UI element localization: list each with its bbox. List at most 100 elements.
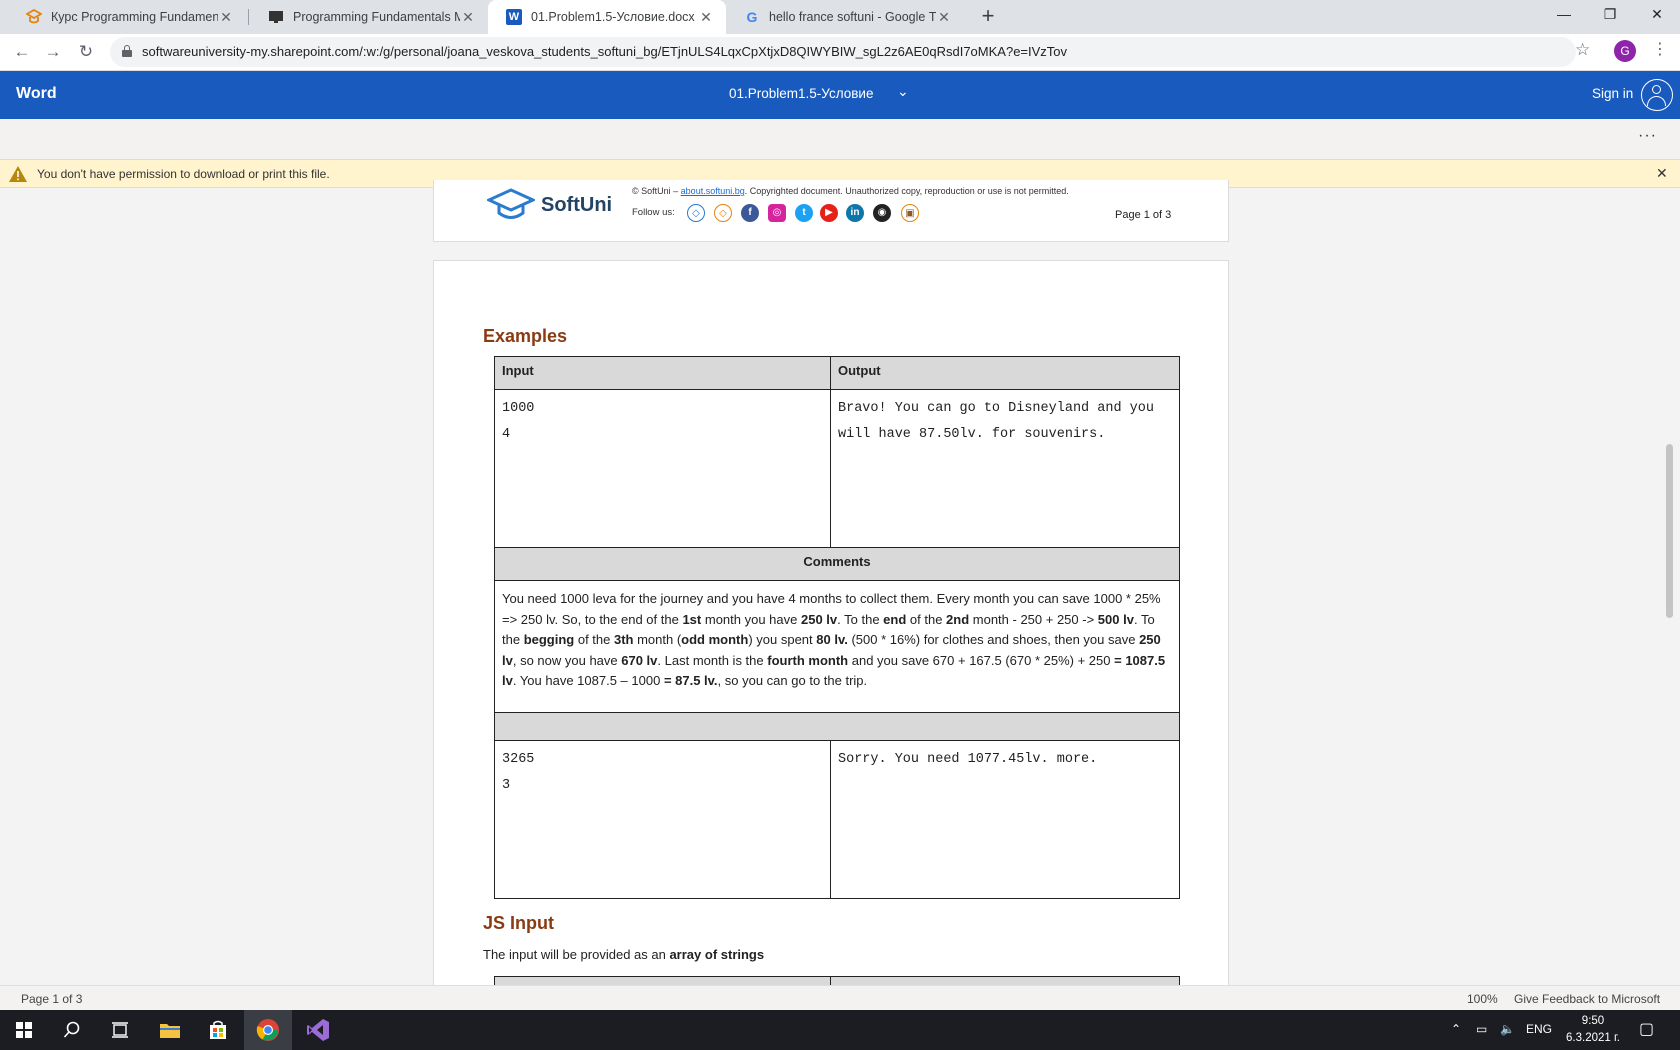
new-tab-button[interactable]: + (975, 4, 1001, 30)
copyright-prefix: © SoftUni – (632, 186, 679, 196)
chrome-icon[interactable] (244, 1010, 292, 1050)
file-explorer-icon[interactable] (146, 1010, 194, 1050)
windows-start-icon[interactable] (0, 1010, 48, 1050)
tab-title: 01.Problem1.5-Условие.docx (531, 10, 695, 24)
copyright-line: © SoftUni – about.softuni.bg. Copyrighte… (632, 186, 1069, 196)
next-table-header (494, 976, 1180, 986)
tab-word-document[interactable]: W 01.Problem1.5-Условие.docx ✕ (488, 0, 726, 34)
softuni-store-icon[interactable]: ▣ (901, 204, 919, 222)
word-header-bar: Word 01.Problem1.5-Условие ⌄ Sign in (0, 71, 1680, 119)
close-icon[interactable]: ✕ (218, 9, 234, 26)
comments-bold-run: end (883, 611, 907, 627)
softuni-logo-icon (485, 188, 537, 220)
lock-icon (122, 45, 132, 57)
windows-taskbar: ⌃ ▭ 🔈 ENG 9:50 6.3.2021 г. ▢ (0, 1010, 1680, 1050)
bookmark-star-icon[interactable]: ☆ (1575, 40, 1590, 60)
clock-date: 6.3.2021 г. (1566, 1032, 1620, 1044)
about-softuni-link[interactable]: about.softuni.bg (681, 186, 745, 196)
network-icon[interactable]: ▭ (1476, 1022, 1487, 1036)
examples-table: Input Output 1000 4 Bravo! You can go to… (494, 356, 1180, 899)
user-icon[interactable] (1641, 79, 1673, 111)
youtube-icon[interactable]: ▶ (820, 204, 838, 222)
notifications-icon[interactable]: ▢ (1639, 1019, 1654, 1039)
comments-run: . You have 1087.5 – 1000 (512, 673, 664, 688)
volume-icon[interactable]: 🔈 (1500, 1022, 1515, 1036)
profile-avatar[interactable]: G (1614, 40, 1636, 62)
comments-run: . Last month is the (657, 652, 768, 668)
comments-bold-run: 2nd (946, 611, 970, 627)
document-title[interactable]: 01.Problem1.5-Условие (729, 86, 873, 101)
js-input-heading: JS Input (483, 913, 554, 933)
tab-title: Programming Fundamentals Mid (293, 10, 460, 24)
reload-button[interactable]: ↻ (74, 40, 98, 64)
google-icon: G (746, 9, 758, 25)
output-column-header: Output (830, 356, 1180, 390)
softuni-logo-text: SoftUni (541, 194, 613, 216)
comments-bold-run: 250 lv (800, 611, 838, 627)
url-text: softwareuniversity-my.sharepoint.com/:w:… (142, 44, 1068, 59)
task-view-icon[interactable] (96, 1010, 144, 1050)
input-line: 1000 (502, 401, 535, 416)
instagram-icon[interactable]: ◎ (768, 204, 786, 222)
page-indicator: Page 1 of 3 (21, 992, 83, 1006)
table-row: 1000 4 Bravo! You can go to Disneyland a… (494, 389, 1180, 548)
browser-toolbar: ← → ↻ softwareuniversity-my.sharepoint.c… (0, 34, 1680, 71)
table-separator-row (494, 712, 1180, 741)
example-input-cell: 1000 4 (494, 389, 831, 548)
command-bar: ··· (0, 119, 1680, 159)
browser-tab-strip: Курс Programming Fundamentals ✕ Programm… (0, 0, 1680, 34)
comments-run: month you have (701, 611, 801, 627)
address-bar[interactable]: softwareuniversity-my.sharepoint.com/:w:… (110, 37, 1576, 67)
zoom-level[interactable]: 100% (1467, 992, 1498, 1006)
system-clock[interactable]: 9:50 6.3.2021 г. (1560, 1013, 1626, 1047)
tab-separator (248, 9, 249, 25)
close-window-button[interactable]: ✕ (1634, 0, 1680, 30)
feedback-link[interactable]: Give Feedback to Microsoft (1514, 992, 1660, 1006)
input-line: 3 (502, 778, 511, 793)
sign-in-link[interactable]: Sign in (1592, 86, 1633, 101)
close-icon[interactable]: ✕ (936, 9, 952, 26)
close-icon[interactable]: ✕ (698, 9, 714, 26)
input-line: 4 (502, 427, 511, 442)
browser-menu-icon[interactable]: ⋮ (1652, 39, 1668, 59)
forward-button[interactable]: → (41, 40, 65, 64)
minimize-button[interactable]: — (1541, 0, 1587, 30)
js-input-description: The input will be provided as an array o… (483, 947, 764, 962)
vertical-scrollbar[interactable] (1666, 444, 1673, 618)
chevron-down-icon[interactable]: ⌄ (897, 83, 909, 100)
tray-chevron-up-icon[interactable]: ⌃ (1451, 1022, 1461, 1036)
tab-programming-fundamentals[interactable]: Programming Fundamentals Mid ✕ (250, 0, 488, 34)
search-icon[interactable] (48, 1010, 96, 1050)
comments-bold-run: 500 lv (1097, 611, 1134, 627)
output-line: Sorry. You need 1077.45lv. more. (838, 752, 1098, 767)
comments-bold-run: 670 lv (621, 652, 658, 668)
softuni-social-icon[interactable]: ◇ (687, 204, 705, 222)
example-output-cell: Bravo! You can go to Disneyland and you … (830, 389, 1180, 548)
close-icon[interactable]: ✕ (460, 9, 476, 26)
comments-run: of the (574, 632, 614, 647)
comments-bold-run: = 87.5 lv. (663, 673, 718, 688)
app-name[interactable]: Word (16, 85, 57, 103)
comments-bold-run: 80 lv. (816, 632, 848, 647)
github-icon[interactable]: ◉ (873, 204, 891, 222)
tab-title: hello france softuni - Google Тър (769, 10, 936, 24)
tab-softuni-course[interactable]: Курс Programming Fundamentals ✕ (8, 0, 246, 34)
visual-studio-icon[interactable] (294, 1010, 342, 1050)
comments-run: and you save 670 + 167.5 (670 * 25%) + 2… (848, 652, 1115, 668)
softuni-kids-icon[interactable]: ◇ (714, 204, 732, 222)
footer-page-number: Page 1 of 3 (1115, 209, 1172, 221)
twitter-icon[interactable]: t (795, 204, 813, 222)
tab-google-search[interactable]: G hello france softuni - Google Тър ✕ (726, 0, 964, 34)
store-icon[interactable] (194, 1010, 242, 1050)
back-button[interactable]: ← (10, 40, 34, 64)
example-input-cell: 3265 3 (494, 740, 831, 899)
restore-button[interactable]: ❐ (1587, 0, 1633, 30)
comments-bold-run: 3th (613, 632, 634, 647)
linkedin-icon[interactable]: in (846, 204, 864, 222)
more-options-icon[interactable]: ··· (1638, 127, 1657, 145)
close-icon[interactable]: ✕ (1656, 165, 1668, 182)
facebook-icon[interactable]: f (741, 204, 759, 222)
softuni-icon (26, 9, 42, 25)
language-indicator[interactable]: ENG (1526, 1022, 1552, 1036)
tab-title: Курс Programming Fundamentals (51, 10, 218, 24)
